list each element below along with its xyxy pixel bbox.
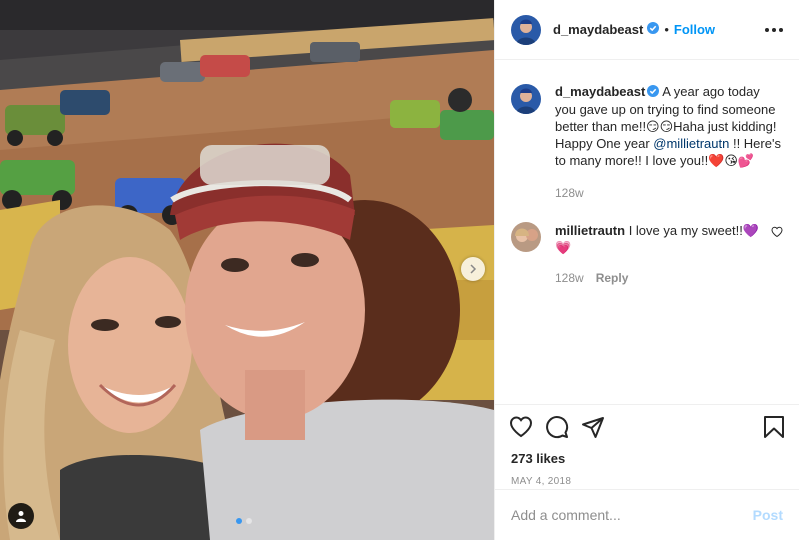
carousel-dot [246, 518, 252, 524]
heart-icon [509, 415, 533, 437]
person-icon [16, 511, 26, 522]
follow-button[interactable]: Follow [674, 22, 715, 37]
caption-mention[interactable]: @millietrautn [653, 136, 729, 151]
avatar-image [511, 222, 541, 253]
like-button[interactable] [509, 415, 533, 442]
comment-username[interactable]: millietrautn [555, 223, 625, 238]
carousel-indicator [236, 518, 252, 524]
comment-input[interactable] [511, 507, 753, 523]
caption-age[interactable]: 128w [555, 185, 584, 202]
author-username[interactable]: d_maydabeast [553, 22, 643, 37]
comment-body: millietrautn I love ya my sweet!!💜💗 128w… [555, 222, 771, 287]
heart-outline-icon [771, 226, 783, 238]
more-dot [779, 27, 783, 32]
chevron-right-icon [470, 264, 477, 274]
post-image [0, 0, 494, 540]
more-dot [765, 27, 769, 32]
next-photo-button[interactable] [461, 257, 485, 281]
carousel-dot-active [236, 518, 242, 524]
tagged-users-button[interactable] [8, 503, 34, 529]
like-comment-button[interactable] [771, 226, 783, 241]
comment-bubble-icon [546, 415, 569, 438]
comment-age[interactable]: 128w [555, 270, 584, 287]
comment-meta: 128w Reply [555, 270, 771, 287]
likes-count[interactable]: 273 likes [495, 451, 799, 466]
verified-badge-icon [647, 84, 660, 101]
verified-badge-icon [647, 22, 660, 37]
comment-item: millietrautn I love ya my sweet!!💜💗 128w… [511, 218, 783, 287]
caption-body: d_maydabeast A year ago today you gave u… [555, 83, 783, 202]
post-header: d_maydabeast • Follow [495, 0, 799, 60]
save-button[interactable] [763, 415, 785, 442]
share-button[interactable] [581, 415, 605, 442]
comment-composer: Post [495, 489, 799, 540]
more-options-button[interactable] [765, 27, 783, 32]
comments-list: d_maydabeast A year ago today you gave u… [495, 70, 799, 287]
more-dot [772, 27, 776, 32]
reply-button[interactable]: Reply [596, 270, 629, 287]
paper-plane-icon [582, 416, 604, 438]
caption-meta: 128w [555, 185, 783, 202]
post-sidebar: d_maydabeast • Follow d_maydabeast A yea… [494, 0, 799, 540]
caption-username[interactable]: d_maydabeast [555, 84, 645, 99]
avatar-image [511, 14, 541, 45]
avatar-image [511, 84, 541, 114]
caption-avatar[interactable] [511, 84, 541, 114]
post-comment-button[interactable]: Post [753, 507, 783, 523]
header-separator: • [664, 22, 669, 37]
commenter-avatar[interactable] [511, 222, 541, 253]
bookmark-icon [764, 415, 784, 438]
post-photo[interactable] [0, 0, 494, 540]
comment-button[interactable] [545, 415, 569, 442]
post-actions [495, 405, 799, 451]
author-avatar[interactable] [511, 14, 541, 45]
post-date[interactable]: MAY 4, 2018 [495, 476, 799, 487]
post-actions-section: 273 likes MAY 4, 2018 [495, 404, 799, 487]
caption: d_maydabeast A year ago today you gave u… [511, 70, 783, 202]
